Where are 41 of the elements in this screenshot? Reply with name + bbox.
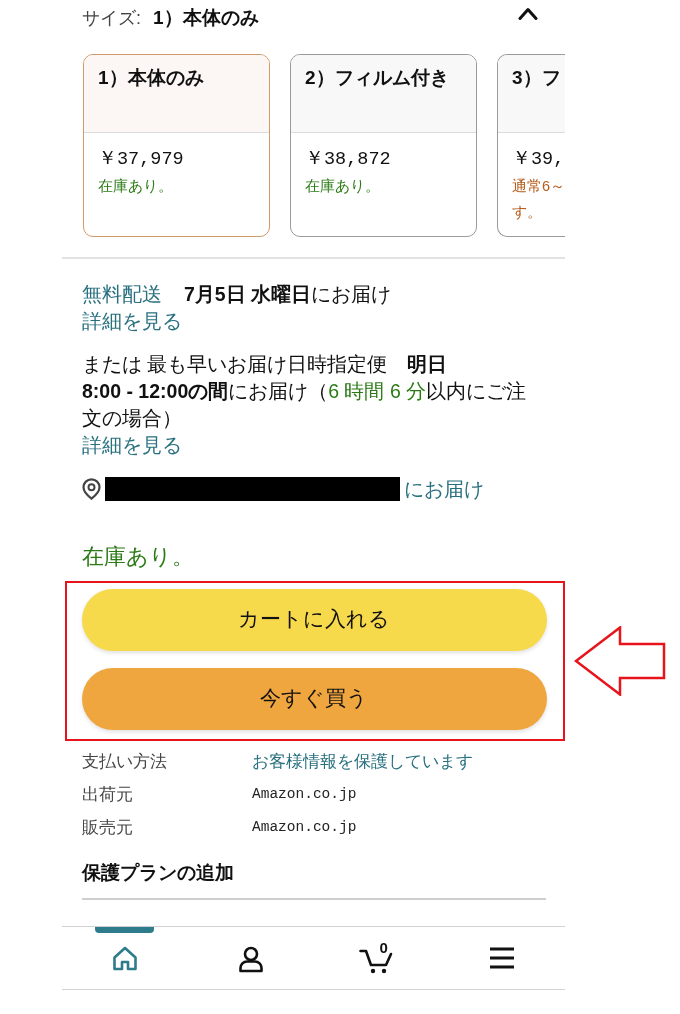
option-price: ￥39,: [512, 148, 565, 172]
option-price: ￥37,979: [98, 148, 184, 172]
option-title: 1）本体のみ: [98, 66, 204, 90]
stock-status-text: 在庫あり。: [98, 177, 173, 196]
chevron-up-icon[interactable]: [518, 6, 538, 20]
option-title: 2）フィルム付き: [305, 66, 449, 90]
stock-status-text: 在庫あり。: [305, 177, 380, 196]
option-price: ￥38,872: [305, 148, 391, 172]
size-option-card[interactable]: 1）本体のみ ￥37,979 在庫あり。: [83, 54, 270, 237]
add-to-cart-button[interactable]: カートに入れる: [81, 588, 547, 651]
selected-size-value: 1）本体のみ: [153, 6, 259, 30]
free-shipping-link[interactable]: 無料配送: [82, 281, 162, 308]
stock-status-text: す。: [512, 203, 542, 222]
info-label: 支払い方法: [82, 751, 168, 772]
home-icon: [111, 945, 138, 971]
home-tab[interactable]: [111, 945, 138, 971]
info-link[interactable]: お客様情報を保護しています: [252, 745, 473, 778]
cart-tab[interactable]: 0: [359, 945, 394, 974]
location-pin-icon: [82, 478, 101, 500]
section-heading: 保護プランの追加: [82, 861, 234, 885]
info-value: Amazon.co.jp: [252, 785, 357, 804]
size-option-card[interactable]: 2）フィルム付き ￥38,872 在庫あり。: [290, 54, 477, 237]
size-option-card[interactable]: 3）フ ￥39, 通常6～ す。: [497, 54, 565, 237]
details-link[interactable]: 詳細を見る: [82, 308, 182, 335]
info-label: 販売元: [82, 817, 134, 838]
menu-icon: [489, 945, 516, 970]
delivery-address-link[interactable]: にお届け: [404, 475, 484, 503]
size-label: サイズ:: [82, 7, 141, 30]
person-icon: [237, 945, 264, 973]
buy-now-button[interactable]: 今すぐ買う: [81, 667, 547, 730]
active-tab-indicator: [95, 926, 155, 933]
account-tab[interactable]: [237, 945, 264, 973]
stock-status-text: 通常6～: [512, 177, 565, 196]
info-value: Amazon.co.jp: [252, 818, 357, 837]
menu-tab[interactable]: [489, 945, 516, 970]
delivery-date-text: 7月5日 水曜日にお届け: [184, 282, 392, 307]
info-label: 出荷元: [82, 784, 134, 805]
availability-text: 在庫あり。: [82, 543, 194, 571]
option-title: 3）フ: [512, 66, 561, 90]
express-delivery-text: または 最も早いお届け日時指定便 明日 8:00 - 12:00の間にお届け（6 時間 6 分以内にご注文の場合）: [82, 352, 528, 431]
details-link[interactable]: 詳細を見る: [82, 432, 182, 459]
